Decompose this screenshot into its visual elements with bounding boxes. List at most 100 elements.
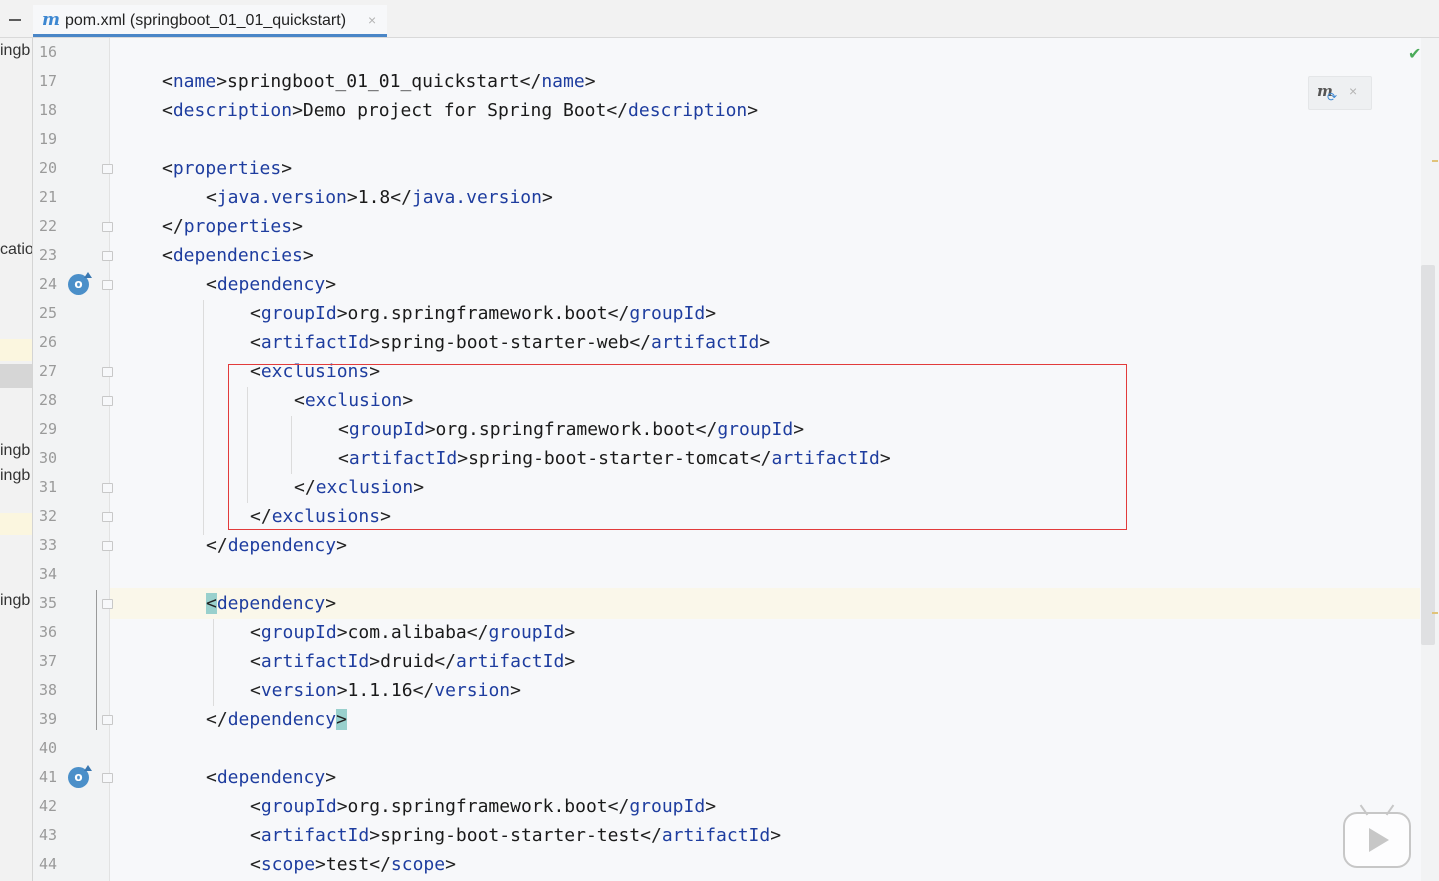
fold-open-icon[interactable] xyxy=(102,599,113,609)
xml-bracket: > xyxy=(584,71,596,92)
xml-bracket: > xyxy=(369,651,381,672)
xml-bracket: > xyxy=(336,796,348,817)
xml-text-value: springboot_01_01_quickstart xyxy=(227,71,520,92)
xml-bracket: > xyxy=(369,332,381,353)
xml-bracket: > xyxy=(564,622,576,643)
scroll-marker xyxy=(1432,160,1438,162)
xml-bracket: > xyxy=(705,796,717,817)
xml-text-value: druid xyxy=(380,651,435,672)
fold-close-icon[interactable] xyxy=(102,222,113,232)
close-icon[interactable]: × xyxy=(1349,83,1357,99)
line-number: 29 xyxy=(39,420,58,438)
xml-text-value: Demo project for Spring Boot xyxy=(302,100,607,121)
xml-tag-name: artifactId xyxy=(651,332,760,353)
xml-bracket: < xyxy=(162,158,173,179)
project-item-fragment[interactable]: ingb xyxy=(0,42,30,60)
xml-bracket: < xyxy=(250,825,261,846)
fold-close-icon[interactable] xyxy=(102,512,113,522)
line-number: 39 xyxy=(39,710,58,728)
line-number: 24 xyxy=(39,275,58,293)
project-panel: ingb catio ingb ingb ingb xyxy=(0,38,33,881)
project-item-fragment[interactable]: ingb xyxy=(0,592,30,610)
fold-open-icon[interactable] xyxy=(102,164,113,174)
fold-open-icon[interactable] xyxy=(102,773,113,783)
fold-close-icon[interactable] xyxy=(102,541,113,551)
tab-pom-xml[interactable]: m pom.xml (springboot_01_01_quickstart) … xyxy=(33,5,387,37)
scrollbar-thumb[interactable] xyxy=(1421,265,1435,645)
brace-match-highlight: < xyxy=(206,593,217,614)
code-line[interactable]: <name>springboot_01_01_quickstart</name> xyxy=(162,67,596,96)
minimize-icon[interactable] xyxy=(6,10,26,28)
project-item-fragment[interactable]: ingb xyxy=(0,467,30,485)
scope-indicator xyxy=(96,590,97,730)
xml-tag-name: name xyxy=(541,71,585,92)
line-number: 33 xyxy=(39,536,58,554)
code-line[interactable]: </dependency> xyxy=(206,705,347,734)
line-number: 43 xyxy=(39,826,58,844)
fold-open-icon[interactable] xyxy=(102,280,113,290)
project-row-selected[interactable] xyxy=(0,364,32,388)
xml-tag-name: dependencies xyxy=(172,245,303,266)
code-line[interactable]: <dependency> xyxy=(206,763,336,792)
xml-bracket: </ xyxy=(412,680,435,701)
code-line[interactable]: </dependency> xyxy=(206,531,347,560)
xml-tag-name: dependency xyxy=(216,767,326,788)
code-line[interactable]: <artifactId>spring-boot-starter-web</art… xyxy=(250,328,770,357)
fold-open-icon[interactable] xyxy=(102,396,113,406)
line-number: 30 xyxy=(39,449,58,467)
close-icon[interactable]: × xyxy=(368,12,376,28)
code-line[interactable]: <artifactId>spring-boot-starter-test</ar… xyxy=(250,821,781,850)
xml-bracket: > xyxy=(541,187,553,208)
fold-close-icon[interactable] xyxy=(102,715,113,725)
xml-tag-name: java.version xyxy=(216,187,347,208)
xml-bracket: </ xyxy=(369,854,391,875)
xml-bracket: < xyxy=(250,622,261,643)
code-line[interactable]: </properties> xyxy=(162,212,303,241)
line-number: 44 xyxy=(39,855,58,873)
xml-tag-name: scope xyxy=(260,854,316,875)
line-number: 22 xyxy=(39,217,58,235)
code-line[interactable]: <dependency> xyxy=(206,270,336,299)
xml-bracket: </ xyxy=(206,709,228,730)
xml-bracket: > xyxy=(336,303,348,324)
line-number: 31 xyxy=(39,478,58,496)
xml-bracket: < xyxy=(250,651,261,672)
code-line[interactable]: <version>1.1.16</version> xyxy=(250,676,521,705)
xml-tag-name: groupId xyxy=(629,303,706,324)
code-line[interactable]: <properties> xyxy=(162,154,292,183)
xml-bracket: </ xyxy=(434,651,456,672)
code-line[interactable]: <dependency> xyxy=(206,589,336,618)
override-gutter-icon[interactable]: o xyxy=(68,272,92,295)
video-play-icon[interactable] xyxy=(1343,804,1411,868)
code-line[interactable]: <description>Demo project for Spring Boo… xyxy=(162,96,758,125)
xml-bracket: </ xyxy=(607,796,630,817)
fold-close-icon[interactable] xyxy=(102,483,113,493)
project-item-fragment[interactable]: catio xyxy=(0,241,32,259)
indent-guide xyxy=(213,619,214,706)
code-line[interactable]: <artifactId>druid</artifactId> xyxy=(250,647,575,676)
xml-tag-name: artifactId xyxy=(260,825,370,846)
fold-open-icon[interactable] xyxy=(102,251,113,261)
xml-bracket: > xyxy=(325,767,337,788)
project-item-fragment[interactable]: ingb xyxy=(0,442,30,460)
refresh-icon[interactable]: ⟳ xyxy=(1327,90,1337,104)
xml-tag-name: artifactId xyxy=(661,825,771,846)
override-gutter-icon[interactable]: o xyxy=(68,765,92,788)
line-number: 26 xyxy=(39,333,58,351)
xml-bracket: > xyxy=(281,158,293,179)
code-line[interactable]: <dependencies> xyxy=(162,241,314,270)
xml-tag-name: properties xyxy=(172,158,282,179)
line-number: 21 xyxy=(39,188,58,206)
xml-tag-name: groupId xyxy=(260,796,337,817)
code-line[interactable]: <groupId>org.springframework.boot</group… xyxy=(250,792,716,821)
xml-tag-name: artifactId xyxy=(260,332,370,353)
xml-tag-name: dependency xyxy=(216,274,326,295)
xml-bracket: </ xyxy=(162,216,184,237)
fold-open-icon[interactable] xyxy=(102,367,113,377)
code-line[interactable]: <scope>test</scope> xyxy=(250,850,456,879)
code-line[interactable]: <groupId>com.alibaba</groupId> xyxy=(250,618,575,647)
line-number: 36 xyxy=(39,623,58,641)
code-line[interactable]: <java.version>1.8</java.version> xyxy=(206,183,553,212)
xml-tag-name: groupId xyxy=(260,303,337,324)
code-line[interactable]: <groupId>org.springframework.boot</group… xyxy=(250,299,716,328)
